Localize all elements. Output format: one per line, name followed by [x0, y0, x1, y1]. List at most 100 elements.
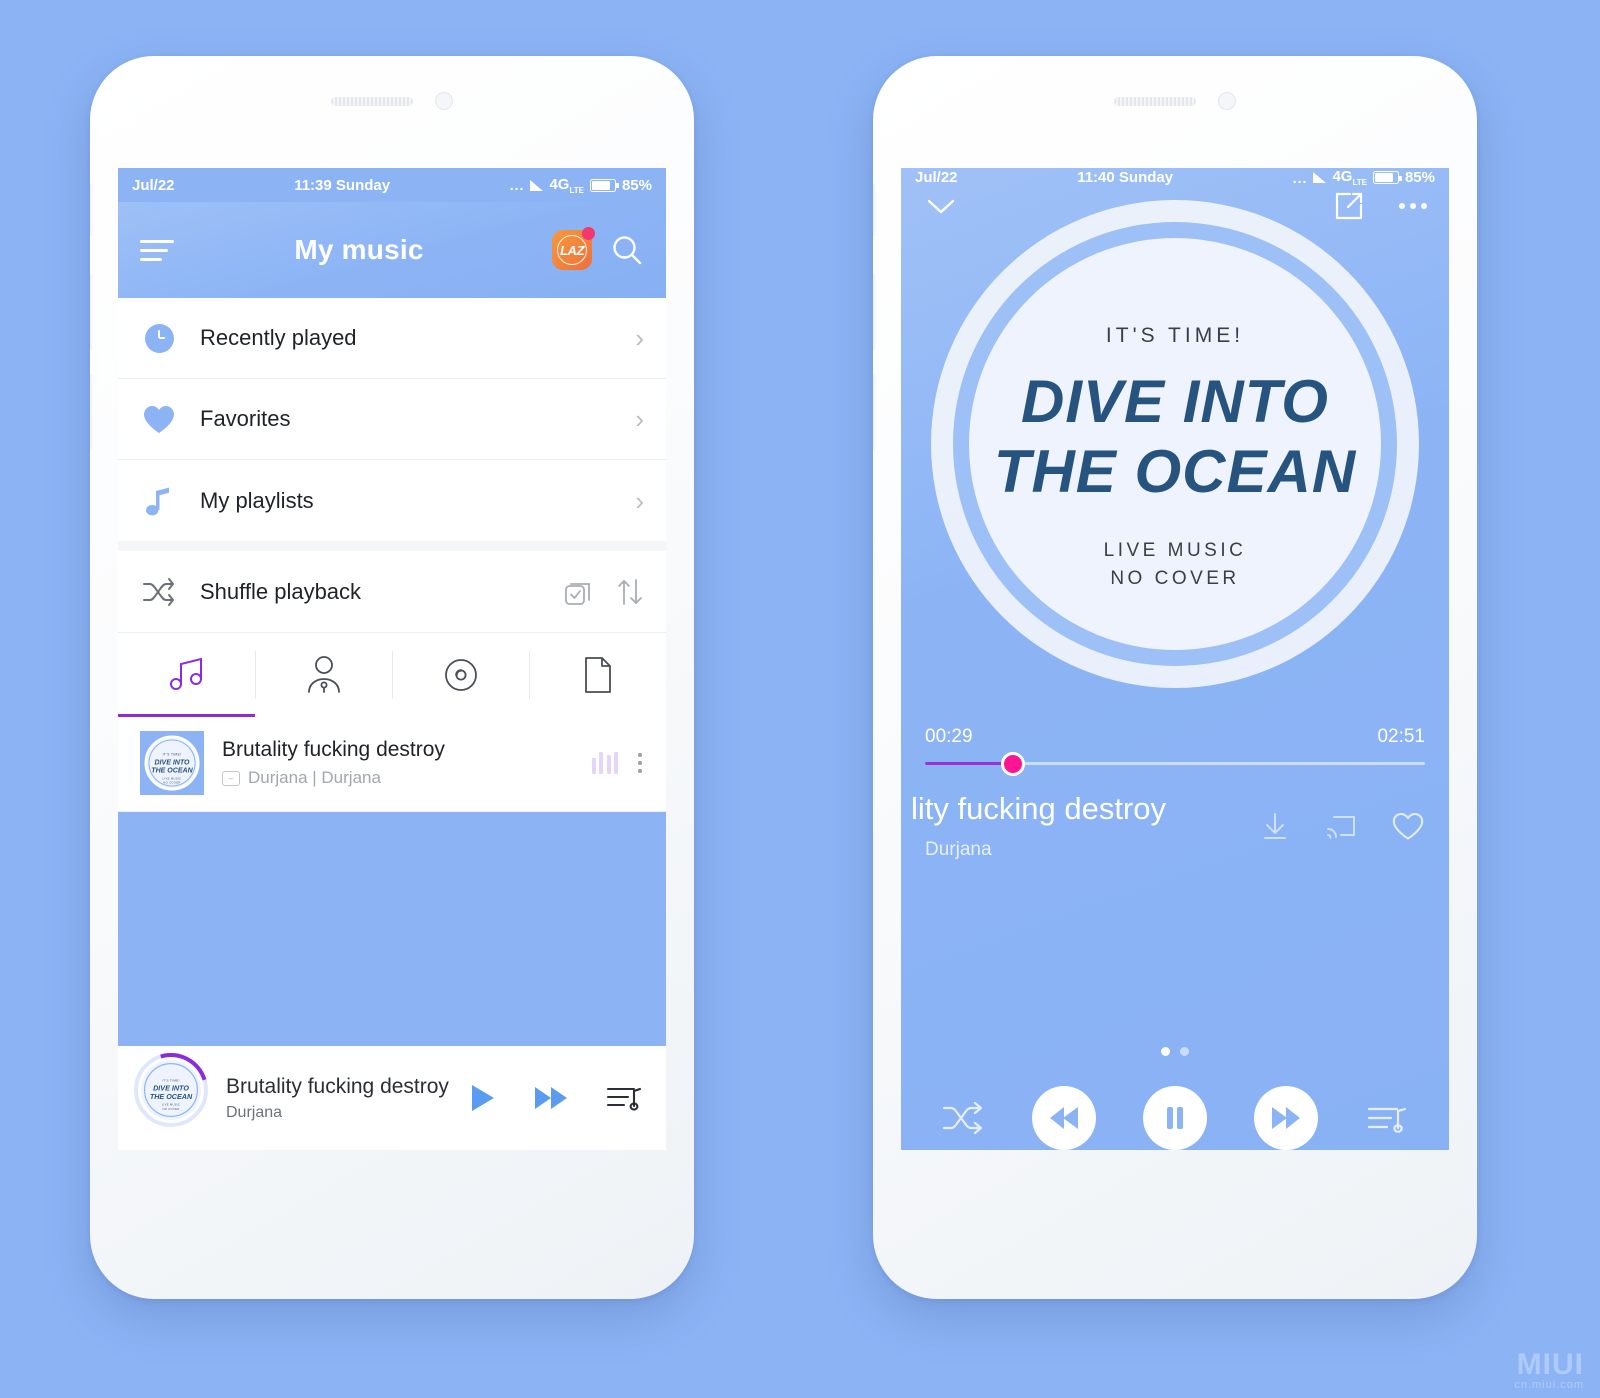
- art-tagline: IT'S TIME!: [1106, 324, 1244, 347]
- previous-track-button[interactable]: [1032, 1086, 1096, 1150]
- shuffle-icon[interactable]: [140, 577, 178, 607]
- next-track-button[interactable]: [1254, 1086, 1318, 1150]
- page-title: My music: [294, 234, 424, 265]
- phone-side-button-bottom[interactable]: [90, 374, 94, 450]
- song-title: Brutality fucking destroy: [222, 738, 445, 761]
- svg-text:LIVE MUSIC: LIVE MUSIC: [162, 1103, 181, 1107]
- svg-text:DIVE INTO: DIVE INTO: [153, 1084, 189, 1093]
- status-dots-icon: ...: [1292, 169, 1308, 186]
- progress-times: 00:29 02:51: [925, 726, 1425, 748]
- pause-button[interactable]: [1143, 1086, 1207, 1150]
- next-track-icon[interactable]: [532, 1083, 570, 1113]
- playlist-queue-icon[interactable]: [604, 1080, 644, 1116]
- sort-icon[interactable]: [616, 577, 644, 607]
- page-dot-2[interactable]: [1180, 1047, 1189, 1056]
- mini-player-controls: [468, 1080, 648, 1116]
- watermark-title: MIUI: [1516, 1347, 1584, 1381]
- svg-text:IT'S TIME!: IT'S TIME!: [162, 1079, 180, 1083]
- shuffle-icon[interactable]: [941, 1099, 985, 1137]
- shuffle-playback-label: Shuffle playback: [200, 578, 362, 604]
- status-indicators: ... 4GLTE 85%: [1293, 168, 1435, 187]
- more-horizontal-icon[interactable]: [1399, 202, 1427, 209]
- earpiece-speaker: [331, 96, 413, 106]
- song-meta: Brutality fucking destroy – Durjana | Du…: [222, 738, 592, 788]
- chevron-right-icon: ›: [635, 404, 644, 434]
- notification-badge: [582, 227, 595, 240]
- player-top-bar: [901, 187, 1449, 224]
- front-camera: [435, 92, 453, 110]
- shuffle-playback-row[interactable]: Shuffle playback: [118, 551, 666, 633]
- mini-player[interactable]: IT'S TIME! DIVE INTO THE OCEAN LIVE MUSI…: [118, 1039, 666, 1150]
- share-external-icon[interactable]: [1333, 190, 1365, 222]
- art-line2: THE OCEAN: [994, 438, 1357, 505]
- earpiece-speaker: [1114, 96, 1196, 106]
- now-playing-texts: lity fucking destroy Durjana: [911, 791, 1241, 861]
- battery-percent: 85%: [621, 176, 652, 194]
- chevron-down-icon[interactable]: [923, 194, 959, 218]
- watermark-url: cn.miui.com: [1514, 1379, 1584, 1392]
- tab-folders[interactable]: [529, 633, 666, 717]
- miui-watermark: MIUI cn.miui.com: [1514, 1349, 1584, 1392]
- tab-artists[interactable]: [255, 633, 392, 717]
- svg-text:NO COVER: NO COVER: [163, 780, 180, 784]
- now-playing-artwork[interactable]: IT'S TIME! DIVE INTO THE OCEAN LIVE MUSI…: [925, 194, 1425, 694]
- tab-albums[interactable]: [392, 633, 529, 717]
- status-date: Jul/22: [915, 169, 958, 187]
- chevron-right-icon: ›: [635, 323, 644, 353]
- mini-player-title: Brutality fucking destroy: [226, 1074, 449, 1098]
- signal-strength-icon: [1313, 172, 1327, 184]
- tab-songs[interactable]: [118, 633, 255, 717]
- nav-label-my-playlists: My playlists: [200, 487, 314, 513]
- mini-player-artist: Durjana: [226, 1103, 283, 1121]
- list-item[interactable]: IT'S TIME! DIVE INTO THE OCEAN LIVE MUSI…: [118, 717, 666, 812]
- status-date: Jul/22: [132, 176, 175, 194]
- phone-side-button-bottom[interactable]: [873, 374, 877, 450]
- phone-side-button-top[interactable]: [873, 184, 877, 236]
- heart-outline-icon[interactable]: [1391, 811, 1425, 841]
- now-playing-title: lity fucking destroy: [911, 791, 1166, 826]
- phone-right: Jul/22 11:40 Sunday ... 4GLTE 85% IT'S T…: [873, 56, 1477, 1299]
- elapsed-time: 00:29: [925, 726, 973, 747]
- phone-side-button-top[interactable]: [90, 184, 94, 236]
- now-playing-artist: Durjana: [925, 839, 992, 860]
- lazada-icon[interactable]: LAZ: [552, 227, 595, 270]
- status-indicators: ... 4GLTE 85%: [510, 176, 652, 195]
- album-art-dive-into-the-ocean: IT'S TIME! DIVE INTO THE OCEAN LIVE MUSI…: [140, 731, 204, 795]
- front-camera: [1218, 92, 1236, 110]
- mini-player-artwork[interactable]: IT'S TIME! DIVE INTO THE OCEAN LIVE MUSI…: [120, 1039, 222, 1141]
- svg-text:THE OCEAN: THE OCEAN: [150, 1092, 193, 1101]
- cast-icon[interactable]: [1325, 811, 1357, 841]
- page-dot-1[interactable]: [1161, 1047, 1170, 1056]
- download-icon[interactable]: [1259, 810, 1291, 842]
- phone-notch: [873, 92, 1477, 110]
- player-top-actions: [1333, 190, 1427, 222]
- nav-label-favorites: Favorites: [200, 406, 291, 431]
- page-indicator: [901, 1047, 1449, 1056]
- sidebar-item-recently-played[interactable]: Recently played ›: [118, 298, 666, 379]
- phone-side-button-middle[interactable]: [90, 274, 94, 350]
- battery-icon: [589, 178, 619, 192]
- art-sub1: LIVE MUSIC: [1104, 540, 1247, 561]
- network-type-label: 4GLTE: [549, 175, 584, 195]
- equalizer-bars-icon: [591, 752, 618, 774]
- play-icon[interactable]: [468, 1082, 498, 1114]
- song-subtitle-row: – Durjana | Durjana: [222, 768, 592, 788]
- row-actions: [562, 576, 644, 608]
- screen-now-playing: Jul/22 11:40 Sunday ... 4GLTE 85% IT'S T…: [901, 168, 1449, 1150]
- mini-player-meta: Brutality fucking destroy Durjana: [226, 1075, 468, 1122]
- battery-percent: 85%: [1404, 169, 1435, 187]
- kebab-menu-icon[interactable]: [636, 749, 644, 777]
- status-bar: Jul/22 11:40 Sunday ... 4GLTE 85%: [901, 168, 1449, 187]
- phone-side-button-middle[interactable]: [873, 274, 877, 350]
- song-artist-album: Durjana | Durjana: [248, 768, 381, 787]
- status-time: 11:39 Sunday: [294, 176, 391, 194]
- navigation-card: Recently played › Favorites › My playlis…: [118, 298, 666, 541]
- mini-album-art: IT'S TIME! DIVE INTO THE OCEAN LIVE MUSI…: [141, 1060, 201, 1120]
- multi-select-checkbox-icon[interactable]: [562, 576, 594, 608]
- search-icon[interactable]: [610, 233, 644, 267]
- music-note-icon: [140, 485, 178, 517]
- playlist-queue-icon[interactable]: [1365, 1099, 1409, 1137]
- sidebar-item-favorites[interactable]: Favorites ›: [118, 379, 666, 460]
- sidebar-item-my-playlists[interactable]: My playlists ›: [118, 460, 666, 541]
- album-thumbnail: IT'S TIME! DIVE INTO THE OCEAN LIVE MUSI…: [140, 731, 204, 795]
